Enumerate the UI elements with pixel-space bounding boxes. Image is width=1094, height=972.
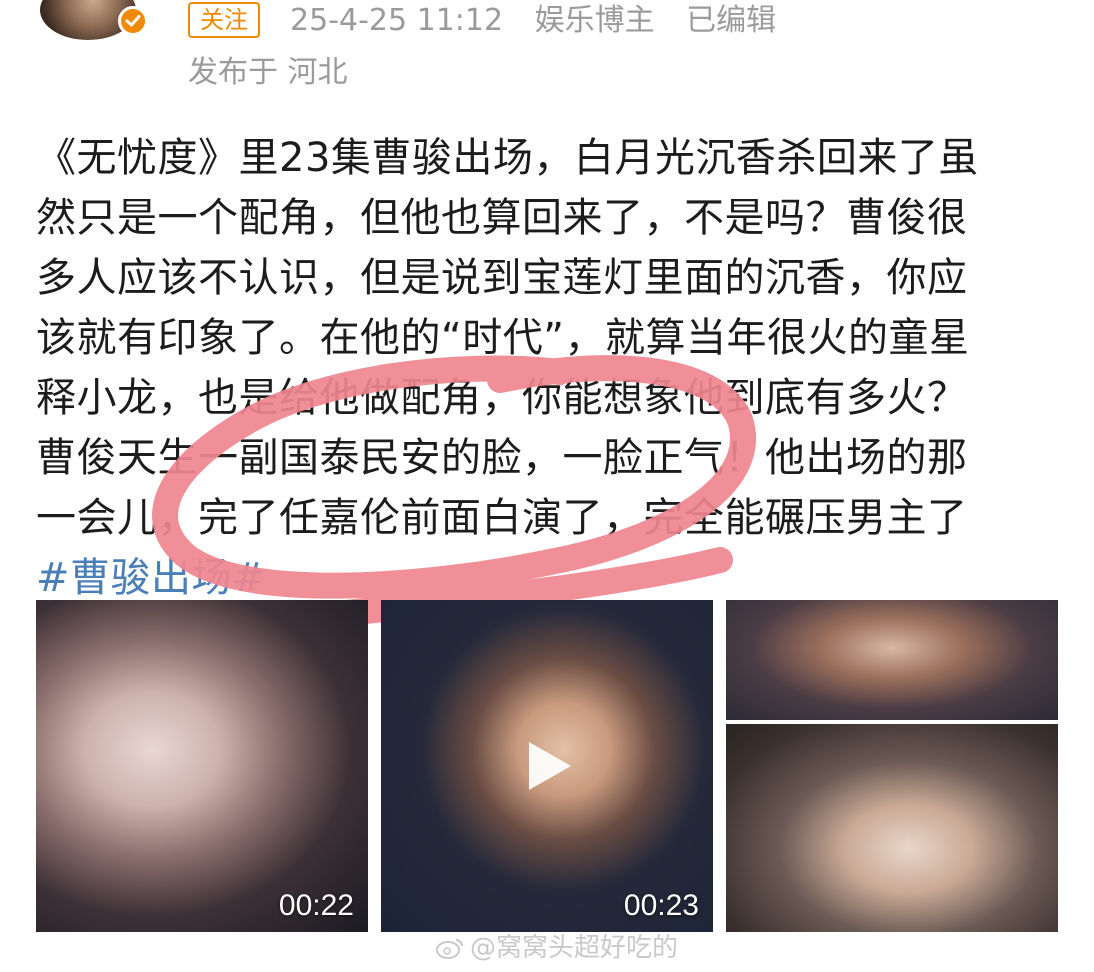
- post-text-line: 曹俊天生一副国泰民安的脸，一脸正气！他出场的那: [36, 435, 968, 481]
- video-thumbnail-2[interactable]: 00:23: [381, 600, 713, 932]
- post-text-line: 释小龙，也是给他做配角，你能想象他到底有多火？: [36, 375, 968, 421]
- video-thumbnail-1[interactable]: 00:22: [36, 600, 368, 932]
- image-panel-top: [726, 600, 1058, 720]
- post-location: 发布于 河北: [188, 55, 348, 90]
- post-text-line: 一会儿，完了任嘉伦前面白演了，完全能碾压男主了: [36, 495, 968, 541]
- image-thumbnail-3[interactable]: [726, 600, 1058, 932]
- video-duration: 00:22: [278, 889, 354, 922]
- post-text-line: 该就有印象了。在他的“时代”，就算当年很火的童星: [36, 315, 970, 361]
- weibo-logo-icon: [436, 939, 463, 959]
- hashtag-link[interactable]: #曹骏出场#: [36, 548, 1066, 608]
- post-text-line: 然只是一个配角，但他也算回来了，不是吗？曹俊很: [36, 195, 968, 241]
- post-meta: 25-4-25 11:12 娱乐博主 已编辑: [290, 2, 798, 40]
- video-duration: 00:23: [623, 889, 699, 922]
- post-text-line: 《无忧度》里23集曹骏出场，白月光沉香杀回来了虽: [36, 135, 979, 181]
- watermark: @窝窝头超好吃的: [436, 930, 678, 966]
- post-timestamp: 25-4-25 11:12: [290, 3, 504, 38]
- edited-label: 已编辑: [686, 3, 777, 38]
- post-body: 《无忧度》里23集曹骏出场，白月光沉香杀回来了虽 然只是一个配角，但他也算回来了…: [36, 128, 1066, 608]
- post-text-line: 多人应该不认识，但是说到宝莲灯里面的沉香，你应: [36, 255, 968, 301]
- verified-badge-icon: [118, 6, 148, 36]
- follow-button[interactable]: 关注: [188, 2, 260, 38]
- play-icon[interactable]: [523, 738, 575, 794]
- author-category: 娱乐博主: [534, 3, 655, 38]
- image-panel-bottom: [726, 724, 1058, 932]
- watermark-text: @窝窝头超好吃的: [470, 933, 679, 963]
